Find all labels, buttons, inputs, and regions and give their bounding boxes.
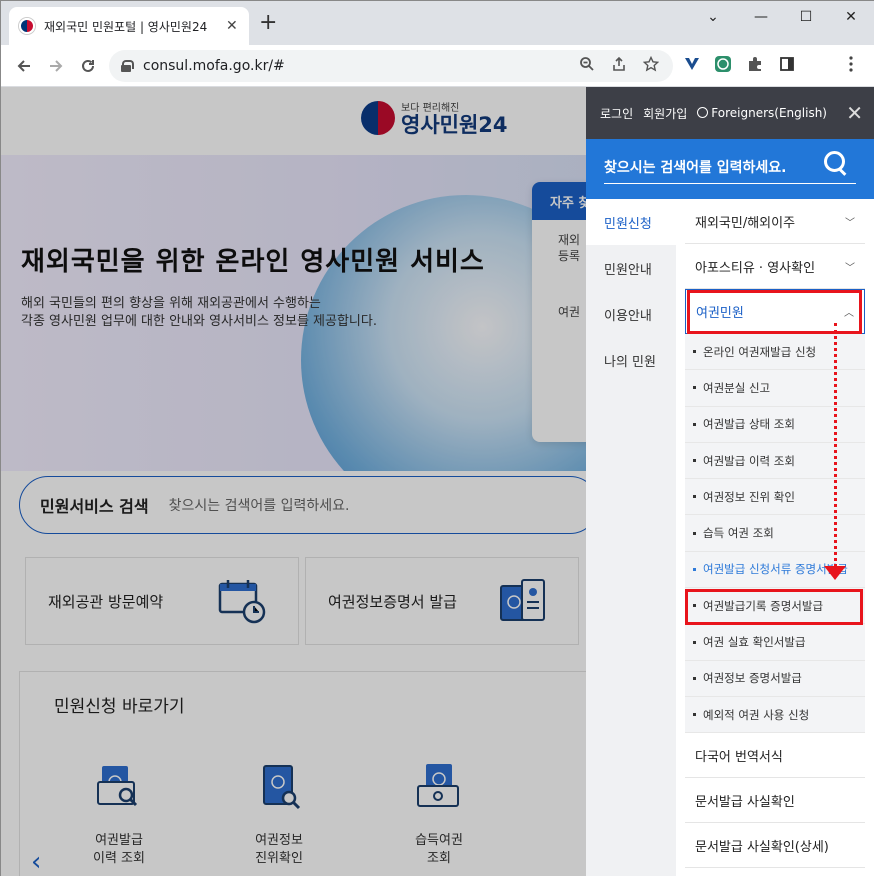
drawer-close-icon[interactable]: ✕ bbox=[846, 101, 863, 125]
reload-icon bbox=[82, 59, 94, 72]
window-close-button[interactable]: ✕ bbox=[831, 5, 871, 29]
tab-search-icon[interactable]: ⌄ bbox=[693, 5, 733, 29]
menu-found-passport[interactable]: 습득 여권 조회 bbox=[685, 515, 865, 552]
bookmark-star-icon[interactable] bbox=[642, 55, 660, 76]
zoom-icon[interactable] bbox=[579, 56, 595, 76]
browser-tabstrip: 재외국민 민원포털 | 영사민원24 ✕ + ⌄ — ☐ ✕ bbox=[1, 1, 874, 45]
menu-doc-verify-detail[interactable]: 문서발급 사실확인(상세) bbox=[685, 823, 865, 869]
search-icon[interactable] bbox=[824, 151, 848, 175]
submenu-label: 여권민원 bbox=[696, 306, 744, 321]
chevron-down-icon: ﹀ bbox=[845, 262, 855, 274]
menu-multilingual-forms[interactable]: 다국어 번역서식 bbox=[685, 733, 865, 779]
side-panel-icon[interactable] bbox=[777, 54, 797, 74]
minimize-button[interactable]: — bbox=[741, 5, 781, 29]
foreigners-label: Foreigners(English) bbox=[711, 106, 827, 120]
extension-v-icon[interactable] bbox=[682, 54, 702, 74]
side-menu-drawer: 로그인 회원가입 Foreigners(English) ✕ 찾으시는 검색어를… bbox=[586, 87, 874, 876]
passport-submenu-list: 온라인 여권재발급 신청 여권분실 신고 여권발급 상태 조회 여권발급 이력 … bbox=[685, 334, 865, 734]
lnb-my-requests[interactable]: 나의 민원 bbox=[586, 337, 676, 383]
lnb-apply[interactable]: 민원신청 bbox=[586, 199, 676, 245]
menu-exceptional-use[interactable]: 예외적 여권 사용 신청 bbox=[685, 697, 865, 734]
lnb-guide[interactable]: 민원안내 bbox=[586, 245, 676, 291]
foreigners-link[interactable]: Foreigners(English) bbox=[697, 106, 827, 120]
annotation-arrow-head bbox=[824, 566, 846, 580]
forward-arrow-icon bbox=[50, 60, 63, 72]
lnb-usage[interactable]: 이용안내 bbox=[586, 291, 676, 337]
submenu-label: 아포스티유 · 영사확인 bbox=[695, 260, 816, 276]
url-text[interactable]: consul.mofa.go.kr/# bbox=[143, 58, 285, 74]
submenu-overseas-koreans[interactable]: 재외국민/해외이주 ﹀ bbox=[685, 199, 865, 244]
drawer-search-input[interactable]: 찾으시는 검색어를 입력하세요. bbox=[604, 157, 787, 177]
browser-toolbar: consul.mofa.go.kr/# bbox=[1, 45, 874, 87]
tab-close-icon[interactable]: ✕ bbox=[226, 18, 238, 34]
submenu-apostille[interactable]: 아포스티유 · 영사확인 ﹀ bbox=[685, 244, 865, 289]
back-arrow-icon bbox=[17, 60, 30, 72]
drawer-search[interactable]: 찾으시는 검색어를 입력하세요. bbox=[586, 139, 874, 199]
globe-icon bbox=[697, 107, 709, 118]
menu-passport-verify[interactable]: 여권정보 진위 확인 bbox=[685, 479, 865, 516]
modal-dim-overlay[interactable] bbox=[1, 87, 586, 876]
submenu-label: 재외국민/해외이주 bbox=[695, 215, 796, 231]
menu-online-reissue[interactable]: 온라인 여권재발급 신청 bbox=[685, 334, 865, 371]
menu-issue-status[interactable]: 여권발급 상태 조회 bbox=[685, 407, 865, 443]
browser-tab[interactable]: 재외국민 민원포털 | 영사민원24 ✕ bbox=[9, 7, 249, 45]
forward-button[interactable] bbox=[43, 53, 69, 79]
drawer-category-nav: 민원신청 민원안내 이용안내 나의 민원 bbox=[586, 199, 676, 876]
login-link[interactable]: 로그인 bbox=[600, 105, 633, 122]
chevron-up-icon: ︿ bbox=[844, 308, 854, 319]
browser-menu-icon[interactable] bbox=[841, 54, 861, 74]
signup-link[interactable]: 회원가입 bbox=[643, 105, 687, 122]
address-bar[interactable]: consul.mofa.go.kr/# bbox=[109, 50, 673, 82]
menu-invalidity-cert[interactable]: 여권 실효 확인서발급 bbox=[685, 624, 865, 661]
menu-doc-verify[interactable]: 문서발급 사실확인 bbox=[685, 778, 865, 824]
submenu-passport[interactable]: 여권민원 ︿ bbox=[685, 289, 865, 334]
extension-web-icon[interactable] bbox=[713, 54, 733, 74]
new-tab-button[interactable]: + bbox=[259, 11, 277, 35]
chevron-down-icon: ﹀ bbox=[845, 217, 855, 229]
tab-title: 재외국민 민원포털 | 영사민원24 bbox=[44, 19, 208, 34]
annotation-arrow-line bbox=[834, 323, 837, 567]
extensions-puzzle-icon[interactable] bbox=[745, 54, 765, 74]
share-icon[interactable] bbox=[611, 56, 627, 76]
reload-button[interactable] bbox=[75, 53, 101, 79]
drawer-top-bar: 로그인 회원가입 Foreigners(English) ✕ bbox=[586, 87, 874, 139]
menu-passport-loss[interactable]: 여권분실 신고 bbox=[685, 370, 865, 407]
site-favicon-icon bbox=[19, 18, 35, 34]
menu-issue-history[interactable]: 여권발급 이력 조회 bbox=[685, 443, 865, 480]
lock-icon[interactable] bbox=[121, 60, 134, 72]
menu-passport-info-cert[interactable]: 여권정보 증명서발급 bbox=[685, 661, 865, 697]
menu-issue-record-cert[interactable]: 여권발급기록 증명서발급 bbox=[685, 588, 865, 625]
drawer-submenu: 재외국민/해외이주 ﹀ 아포스티유 · 영사확인 ﹀ 여권민원 ︿ 온라인 여권… bbox=[685, 199, 865, 869]
back-button[interactable] bbox=[11, 53, 37, 79]
maximize-button[interactable]: ☐ bbox=[786, 5, 826, 29]
search-underline bbox=[604, 183, 856, 184]
